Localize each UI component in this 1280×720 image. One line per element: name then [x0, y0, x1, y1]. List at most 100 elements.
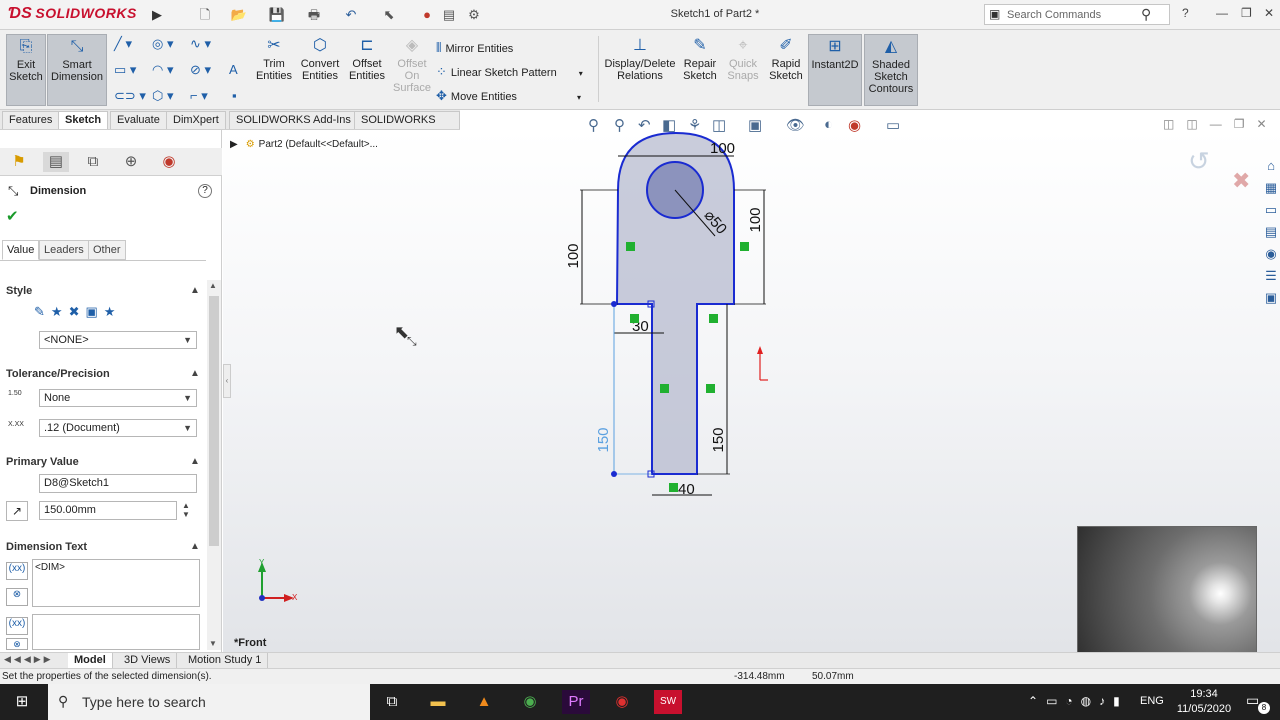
vertical-relation-icon[interactable] [706, 384, 715, 393]
tab-sketch[interactable]: Sketch [58, 111, 109, 129]
style-buttons[interactable]: ✎★✖▣★ [34, 304, 148, 326]
collapse-primary-icon[interactable]: ▲ [190, 456, 200, 467]
help-button[interactable]: ? [1182, 6, 1189, 20]
tray-volume-icon[interactable]: ◔ [1065, 694, 1080, 708]
scroll-down-icon[interactable]: ▼ [209, 639, 217, 648]
solidworks-taskbar-icon[interactable]: SW [654, 690, 682, 714]
circle-tool-icon[interactable]: ◎ ▾ [152, 36, 173, 52]
subtab-leaders[interactable]: Leaders [39, 240, 89, 260]
custom-properties-icon[interactable]: ☰ [1262, 268, 1280, 290]
polygon-tool-icon[interactable]: ⬡ ▾ [152, 88, 174, 104]
viewport-close[interactable]: ✕ [1256, 117, 1278, 131]
save-style-icon[interactable]: ▣ [85, 304, 103, 319]
close-button[interactable]: ✕ [1264, 6, 1274, 20]
dimxpert-icon[interactable]: ⊕ [118, 152, 144, 172]
appearances-icon[interactable]: ◉ [1262, 246, 1280, 268]
inspection-icon[interactable]: (xx) [6, 617, 28, 635]
mirror-entities-button[interactable]: ⫴ Mirror Entities [436, 40, 513, 56]
solidworks-logo[interactable]: ƊS SOLIDWORKS [8, 5, 137, 23]
vertical-relation-icon[interactable] [626, 242, 635, 251]
tab-mbd[interactable]: SOLIDWORKS MBD [354, 111, 460, 143]
value-spinner[interactable]: ▲ ▼ [182, 501, 190, 519]
ellipse-tool-icon[interactable]: ⊘ ▾ [190, 62, 211, 78]
design-library-icon[interactable]: ▦ [1262, 180, 1280, 202]
feature-tree-flyout[interactable]: ▶ ⚙ Part2 (Default<<Default>... [230, 139, 378, 150]
clock[interactable]: 19:34 11/05/2020 [1176, 687, 1232, 717]
home-icon[interactable]: ⌂ [1262, 158, 1280, 180]
dimension-name-field[interactable]: D8@Sketch1 [39, 474, 197, 493]
dim-width-top[interactable]: 100 [710, 140, 735, 157]
view-settings-icon[interactable]: ▭ [886, 116, 900, 134]
sketch-drawing[interactable]: 100 ⌀50 100 100 30 150 150 40 [560, 128, 800, 508]
dimension-text-below-field[interactable] [32, 614, 200, 650]
configuration-icon[interactable]: ⧉ [80, 152, 106, 172]
viewport-minimize[interactable]: — [1210, 117, 1234, 131]
tab-model[interactable]: Model [68, 653, 113, 668]
vertical-relation-icon[interactable] [660, 384, 669, 393]
next-icon[interactable]: ◫ [1186, 117, 1209, 131]
confirm-corner-cancel-icon[interactable]: ✖ [1232, 168, 1250, 194]
restore-button[interactable]: ❐ [1241, 6, 1252, 20]
feature-tree-icon[interactable]: ⚑ [6, 152, 32, 172]
windows-start-icon[interactable]: ⊞ [8, 690, 36, 714]
edit-appearance-icon[interactable]: ◐ [824, 116, 833, 133]
forum-icon[interactable]: ▣ [1262, 290, 1280, 312]
dim-height-left[interactable]: 100 [565, 243, 582, 268]
tab-scroll-icons[interactable]: ◀◀◀▶▶ [4, 654, 54, 665]
add-parentheses-icon[interactable]: (xx) [6, 562, 28, 580]
precision-select[interactable]: .12 (Document) ▼ [39, 419, 197, 437]
premiere-icon[interactable]: Pr [562, 690, 590, 714]
tab-dimxpert[interactable]: DimXpert [166, 111, 226, 129]
delete-style-icon[interactable]: ✖ [69, 304, 86, 319]
sketch-point[interactable] [611, 471, 617, 477]
collapse-tolerance-icon[interactable]: ▲ [190, 368, 200, 379]
task-view-icon[interactable]: ⧉ [378, 690, 406, 714]
panel-collapse-handle[interactable]: ‹ [223, 364, 231, 398]
dimension-value-field[interactable]: 150.00mm [39, 501, 177, 520]
tab-addins[interactable]: SOLIDWORKS Add-Ins [229, 111, 358, 129]
dim-stem-right[interactable]: 150 [710, 427, 727, 452]
file-properties-icon[interactable]: ▤ [440, 6, 458, 24]
tray-chevron-icon[interactable]: ⌃ [1028, 694, 1046, 708]
move-entities-button[interactable]: ✥ Move Entities ▾ [436, 88, 581, 104]
viewport-controls[interactable]: ◫◫—❐✕ [1163, 117, 1279, 131]
offset-entities-button[interactable]: ⊏ Offset Entities [346, 34, 388, 106]
subtab-other[interactable]: Other [88, 240, 126, 260]
taskbar-search[interactable]: ⚲ Type here to search [48, 684, 370, 720]
vertical-relation-icon[interactable] [740, 242, 749, 251]
language-indicator[interactable]: ENG [1140, 695, 1164, 707]
style-select[interactable]: <NONE> ▼ [39, 331, 197, 349]
reverse-direction-icon[interactable]: ↗ [6, 501, 28, 521]
tab-evaluate[interactable]: Evaluate [110, 111, 167, 129]
load-style-icon[interactable]: ★ [104, 304, 122, 319]
shaded-sketch-contours-button[interactable]: ◭ Shaded Sketch Contours [864, 34, 918, 106]
vlc-icon[interactable]: ▲ [470, 690, 498, 714]
scroll-thumb[interactable] [209, 296, 219, 546]
fillet-tool-icon[interactable]: ⌐ ▾ [190, 88, 208, 104]
collapse-style-icon[interactable]: ▲ [190, 285, 200, 296]
dimension-text-field[interactable]: <DIM> [32, 559, 200, 607]
dim-stem-left-selected[interactable]: 150 [595, 427, 612, 452]
convert-entities-button[interactable]: ⬡ Convert Entities [298, 34, 342, 106]
offset-on-surface-button[interactable]: ◈ Offset On Surface [392, 34, 432, 106]
search-commands[interactable]: ▣ Search Commands ⚲ [984, 4, 1170, 25]
search-icon[interactable]: ⚲ [1141, 6, 1151, 23]
exit-sketch-button[interactable]: ⎘ Exit Sketch [6, 34, 46, 106]
spline-tool-icon[interactable]: ∿ ▾ [190, 36, 211, 52]
apply-style-icon[interactable]: ✎ [34, 304, 51, 319]
tab-3d-views[interactable]: 3D Views [118, 653, 178, 668]
linear-sketch-pattern-button[interactable]: ⁘ Linear Sketch Pattern ▾ [436, 64, 583, 80]
arc-tool-icon[interactable]: ◠ ▾ [152, 62, 173, 78]
center-dimension-icon[interactable]: ⊗ [6, 588, 28, 606]
tray-icons[interactable]: ⌃▭◔◍♪▮ [1028, 694, 1128, 708]
offset-text-icon[interactable]: ⊗ [6, 638, 28, 650]
repair-sketch-button[interactable]: ✎ Repair Sketch [682, 34, 718, 106]
tray-wifi-icon[interactable]: ◍ [1081, 694, 1099, 708]
view-palette-icon[interactable]: ▤ [1262, 224, 1280, 246]
viewport-restore[interactable]: ❐ [1234, 117, 1257, 131]
tray-network-icon[interactable]: ▭ [1046, 694, 1065, 708]
instant2d-button[interactable]: ⊞ Instant2D [808, 34, 862, 106]
confirm-corner-ok-icon[interactable]: ↺ [1188, 146, 1210, 177]
point-tool-icon[interactable]: ▪ [232, 88, 237, 103]
new-icon[interactable]: 🗋 [196, 6, 214, 24]
